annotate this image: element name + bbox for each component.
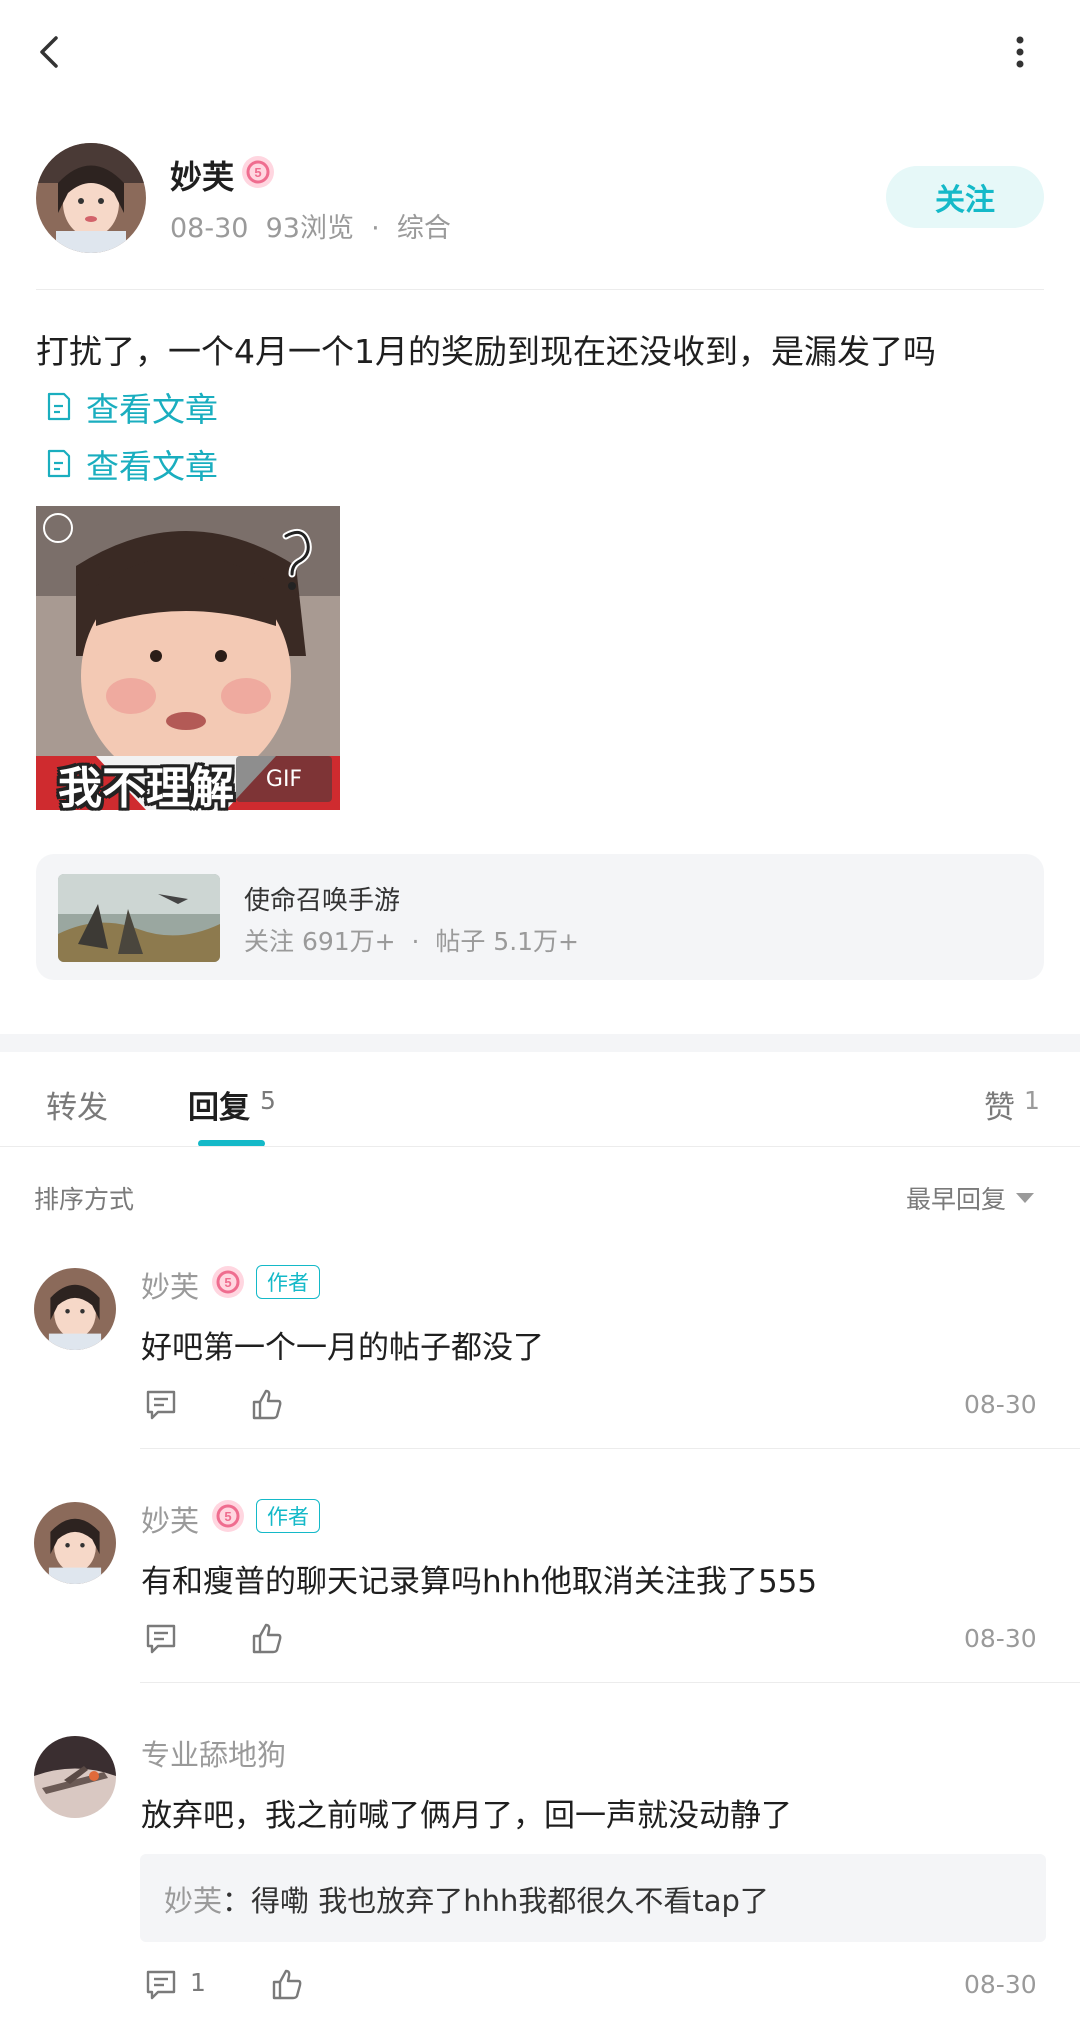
comment-author-name[interactable]: 妙芙 (141, 1264, 199, 1306)
divider (0, 1146, 1080, 1147)
comment-avatar[interactable] (34, 1268, 116, 1350)
comment-text: 有和瘦普的聊天记录算吗hhh他取消关注我了555 (141, 1564, 818, 1600)
svg-text:5: 5 (254, 165, 261, 180)
forum-name: 使命召唤手游 (244, 886, 401, 916)
author-name[interactable]: 妙芙 (170, 152, 234, 198)
quoted-reply-text: ：得嘞 我也放弃了hhh我都很久不看tap了 (222, 1884, 769, 1918)
gif-caption: 我不理解 (58, 763, 234, 814)
post-meta: 08-30 93浏览 · 综合 (170, 213, 451, 244)
comment-avatar[interactable] (34, 1736, 116, 1818)
view-article-link-2[interactable]: 查看文章 (46, 438, 218, 490)
comment-date: 08-30 (964, 1390, 1037, 1419)
more-button[interactable] (1000, 30, 1040, 74)
tab-like-count: 1 (1024, 1086, 1040, 1115)
forum-thumbnail-image (58, 874, 220, 962)
tab-reply-count: 5 (260, 1086, 276, 1115)
reply-count: 1 (190, 1968, 206, 1997)
tab-reply[interactable]: 回复 (188, 1082, 250, 1127)
section-divider (0, 1034, 1080, 1052)
sort-caret-icon (1016, 1193, 1035, 1203)
comment-avatar[interactable] (34, 1502, 116, 1584)
avatar-image (34, 1268, 116, 1350)
level-badge-icon: 5 (242, 156, 274, 188)
quoted-reply-author[interactable]: 妙芙 (164, 1884, 222, 1918)
thumbs-up-icon[interactable] (270, 1968, 304, 2002)
avatar-image (36, 143, 146, 253)
tab-like[interactable]: 赞 (984, 1082, 1015, 1127)
quoted-reply: 妙芙：得嘞 我也放弃了hhh我都很久不看tap了 (164, 1878, 769, 1920)
svg-text:5: 5 (224, 1275, 231, 1290)
level-badge-icon: 5 (212, 1500, 244, 1532)
article-doc-icon (47, 392, 71, 421)
sort-dropdown[interactable]: 最早回复 (906, 1180, 1035, 1216)
author-tag: 作者 (256, 1499, 320, 1533)
comment-icon[interactable] (144, 1968, 178, 2002)
comment-icon[interactable] (144, 1622, 178, 1656)
avatar-image (34, 1736, 116, 1818)
view-article-link-1[interactable]: 查看文章 (46, 381, 218, 433)
comment-author-name[interactable]: 专业舔地狗 (141, 1732, 286, 1774)
forum-thumbnail (58, 874, 220, 962)
divider (140, 1682, 1080, 1683)
comment-text: 好吧第一个一月的帖子都没了 (141, 1330, 544, 1366)
view-article-label: 查看文章 (86, 390, 218, 429)
post-text: 打扰了，一个4月一个1月的奖励到现在还没收到，是漏发了吗 (36, 332, 936, 371)
follow-button[interactable]: 关注 (886, 166, 1044, 228)
comment-date: 08-30 (964, 1970, 1037, 1999)
comment-author-name[interactable]: 妙芙 (141, 1498, 199, 1540)
level-badge-icon: 5 (212, 1266, 244, 1298)
author-tag: 作者 (256, 1265, 320, 1299)
svg-text:5: 5 (224, 1509, 231, 1524)
avatar-image (34, 1502, 116, 1584)
thumbs-up-icon[interactable] (250, 1622, 284, 1656)
back-arrow-icon (40, 36, 58, 68)
back-button[interactable] (30, 30, 70, 74)
article-doc-icon (47, 449, 71, 478)
sort-label: 排序方式 (34, 1185, 135, 1214)
more-vertical-icon (1016, 36, 1024, 68)
tab-forward[interactable]: 转发 (46, 1082, 108, 1127)
divider (140, 1448, 1080, 1449)
comment-text: 放弃吧，我之前喊了俩月了，回一声就没动静了 (141, 1798, 792, 1834)
thumbs-up-icon[interactable] (250, 1388, 284, 1422)
sort-value: 最早回复 (906, 1185, 1007, 1214)
comment-date: 08-30 (964, 1624, 1037, 1653)
author-avatar[interactable] (36, 143, 146, 253)
divider (36, 289, 1044, 290)
forum-stats: 关注 691万+ · 帖子 5.1万+ (244, 927, 579, 956)
gif-badge: GIF (236, 756, 332, 802)
view-article-label: 查看文章 (86, 447, 218, 486)
comment-icon[interactable] (144, 1388, 178, 1422)
